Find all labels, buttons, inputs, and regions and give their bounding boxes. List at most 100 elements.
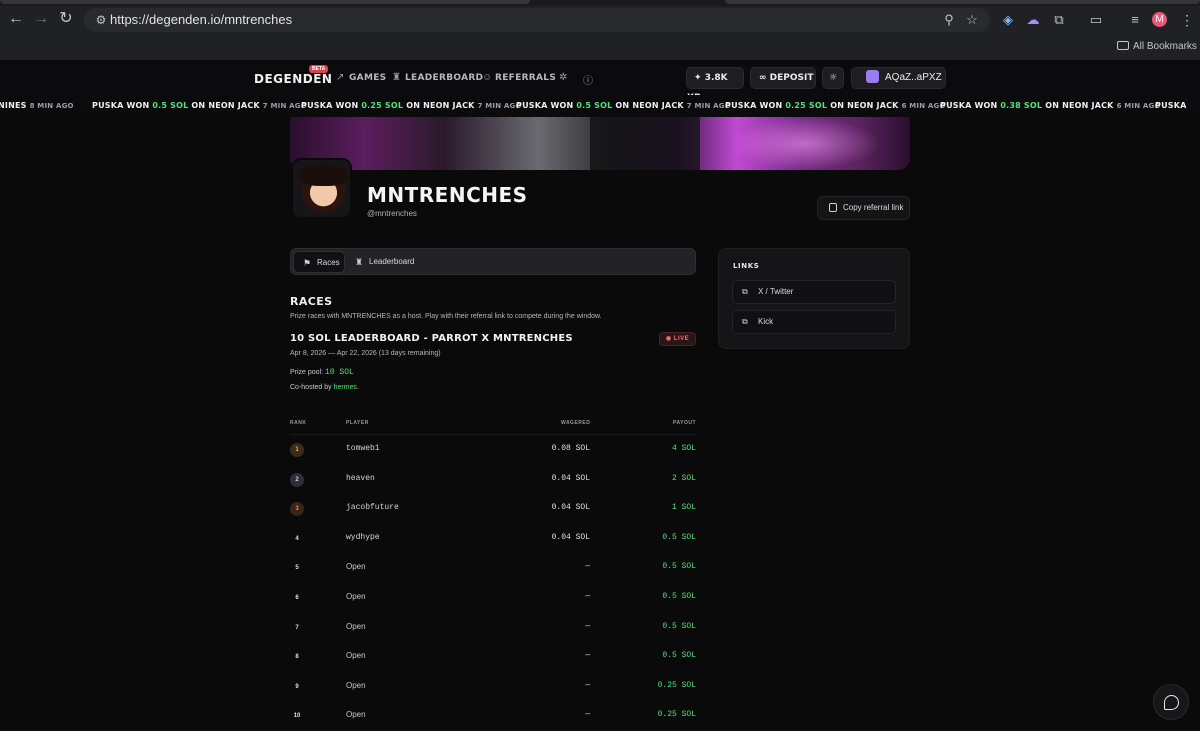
ticker-item: PUSKA WON 0.5 SOL ON NEON JACK 7 MIN AGO — [516, 101, 731, 110]
table-row: 6 Open — 0.5 SOL — [290, 584, 696, 613]
forward-icon[interactable]: → — [32, 10, 50, 28]
payout-value: 0.5 SOL — [662, 592, 696, 601]
tab-races-label: Races — [317, 258, 340, 267]
folder-icon — [1117, 41, 1129, 50]
zoom-icon[interactable]: ⚲ — [941, 12, 957, 28]
trending-up-icon: ↗ — [336, 72, 345, 83]
external-link-icon: ⧉ — [742, 287, 748, 296]
extension-icon[interactable]: ☁ — [1025, 12, 1041, 28]
settings-icon[interactable]: ✲ — [559, 72, 567, 83]
races-title: RACES — [290, 295, 333, 308]
extension-icon[interactable]: ◈ — [1000, 12, 1016, 28]
rank-badge: 3 — [290, 502, 304, 517]
browser-chrome: ← → ↻ ⚙ https://degenden.io/mntrenches ⚲… — [0, 0, 1200, 60]
rank-badge: 8 — [295, 654, 299, 661]
profile-avatar[interactable]: M — [1152, 12, 1167, 27]
wagered-value: 0.04 SOL — [551, 473, 590, 483]
table-row: 2 heaven 0.04 SOL 2 SOL — [290, 466, 696, 495]
chat-icon — [1164, 695, 1179, 710]
profile-name: MNTRENCHES — [367, 183, 528, 207]
payout-value: 0.25 SOL — [657, 710, 696, 720]
beta-badge: BETA — [309, 65, 329, 73]
wagered-value: — — [585, 562, 590, 572]
reload-icon[interactable]: ↻ — [57, 10, 75, 28]
wagered-value: — — [585, 621, 590, 631]
table-row: 8 Open — 0.5 SOL — [290, 643, 696, 672]
theme-toggle[interactable]: ☼ — [822, 67, 844, 89]
live-badge: ◉ LIVE — [659, 332, 696, 346]
table-row: 4 wydhype 0.04 SOL 0.5 SOL — [290, 525, 696, 554]
rank-badge: 9 — [295, 683, 299, 690]
copy-icon — [829, 203, 837, 212]
wagered-value: 0.08 SOL — [551, 444, 590, 453]
ticker-item: PUSKA WON 0.25 SOL ON NEON JACK 6 MIN AG… — [725, 101, 946, 110]
wagered-value: — — [585, 710, 590, 720]
player-name: Open — [346, 680, 366, 690]
xp-button[interactable]: ✦ 3.8K XP — [686, 67, 744, 103]
back-icon[interactable]: ← — [7, 10, 25, 28]
all-bookmarks[interactable]: All Bookmarks — [1117, 41, 1197, 52]
live-dot-icon: ◉ — [665, 336, 672, 342]
table-row: 3 jacobfuture 0.04 SOL 1 SOL — [290, 495, 696, 524]
tab-leaderboard[interactable]: ♜ Leaderboard — [349, 251, 421, 273]
copy-referral-button[interactable]: Copy referral link — [817, 196, 910, 220]
link-kick[interactable]: ⧉ Kick — [732, 310, 896, 334]
payout-value: 4 SOL — [671, 444, 696, 453]
deposit-button[interactable]: ∞ DEPOSIT — [750, 67, 816, 89]
col-wagered: WAGERED — [561, 420, 591, 426]
tab-races[interactable]: ⚑ Races — [293, 251, 345, 273]
link-label: Kick — [758, 317, 774, 326]
race-name: 10 SOL LEADERBOARD - PARROT X MNTRENCHES — [290, 333, 573, 344]
extensions-puzzle-icon[interactable]: ⧉ — [1051, 12, 1067, 28]
copy-referral-label: Copy referral link — [843, 203, 904, 212]
logo[interactable]: DEGENDEN — [254, 72, 332, 86]
ticker-item: PUSKA WON 0.38 SOL ON NEON JACK 6 MIN AG… — [940, 101, 1161, 110]
payout-value: 0.5 SOL — [662, 532, 696, 542]
ticker-item: PUSKA WON 0.25 SOL ON NEON JACK 7 MIN AG… — [301, 101, 522, 110]
ticker-item: NINES 8 MIN AGO — [0, 101, 74, 110]
live-label: LIVE — [673, 336, 690, 342]
payout-value: 0.5 SOL — [662, 621, 696, 631]
nav-referrals[interactable]: REFERRALS — [495, 73, 556, 83]
rank-badge: 6 — [295, 595, 299, 601]
profile-tabs: ⚑ Races ♜ Leaderboard — [290, 248, 696, 275]
wagered-value: 0.04 SOL — [551, 503, 590, 513]
nav-games[interactable]: GAMES — [349, 73, 386, 83]
player-name: jacobfuture — [346, 503, 399, 513]
wallet-button[interactable]: AQaZ..aPXZ — [851, 67, 946, 89]
link-twitter[interactable]: ⧉ X / Twitter — [732, 280, 896, 304]
help-icon[interactable]: ⓘ — [583, 72, 593, 87]
prize-pool: Prize pool: 10 SOL — [290, 368, 354, 377]
nav-leaderboard[interactable]: LEADERBOARD — [405, 73, 483, 83]
media-icon[interactable]: ▭ — [1088, 12, 1104, 28]
link-icon: ∞ — [759, 73, 767, 83]
races-description: Prize races with MNTRENCHES as a host. P… — [290, 313, 602, 320]
payout-value: 1 SOL — [671, 503, 696, 513]
prize-label: Prize pool: — [290, 369, 324, 376]
menu-icon[interactable]: ⋮ — [1180, 11, 1194, 29]
rank-badge: 4 — [295, 535, 299, 542]
reading-list-icon[interactable]: ≡ — [1127, 12, 1143, 28]
cohost-link[interactable]: hermes — [334, 384, 357, 391]
chat-button[interactable] — [1153, 684, 1189, 720]
tab-strip — [0, 0, 1200, 6]
wagered-value: — — [585, 651, 590, 661]
col-rank: RANK — [290, 420, 307, 426]
bookmark-star-icon[interactable]: ☆ — [964, 12, 980, 28]
divider — [290, 434, 696, 435]
flag-icon: ⚑ — [303, 258, 312, 268]
profile-handle: @mntrenches — [367, 209, 417, 218]
player-name: Open — [346, 592, 366, 601]
deposit-label: DEPOSIT — [769, 73, 814, 83]
trophy-icon: ♜ — [355, 257, 364, 267]
address-bar[interactable]: ⚙ https://degenden.io/mntrenches ⚲ ☆ — [84, 8, 990, 32]
trophy-icon: ♜ — [392, 72, 401, 83]
player-name: Open — [346, 562, 366, 572]
wagered-value: — — [585, 592, 590, 601]
users-icon: ☺ — [482, 72, 493, 83]
site-info-icon[interactable]: ⚙ — [93, 12, 109, 28]
cohost-line: Co-hosted by hermes. — [290, 384, 359, 391]
payout-value: 0.25 SOL — [657, 680, 696, 690]
external-link-icon: ⧉ — [742, 317, 748, 326]
url-text[interactable]: https://degenden.io/mntrenches — [110, 12, 292, 28]
